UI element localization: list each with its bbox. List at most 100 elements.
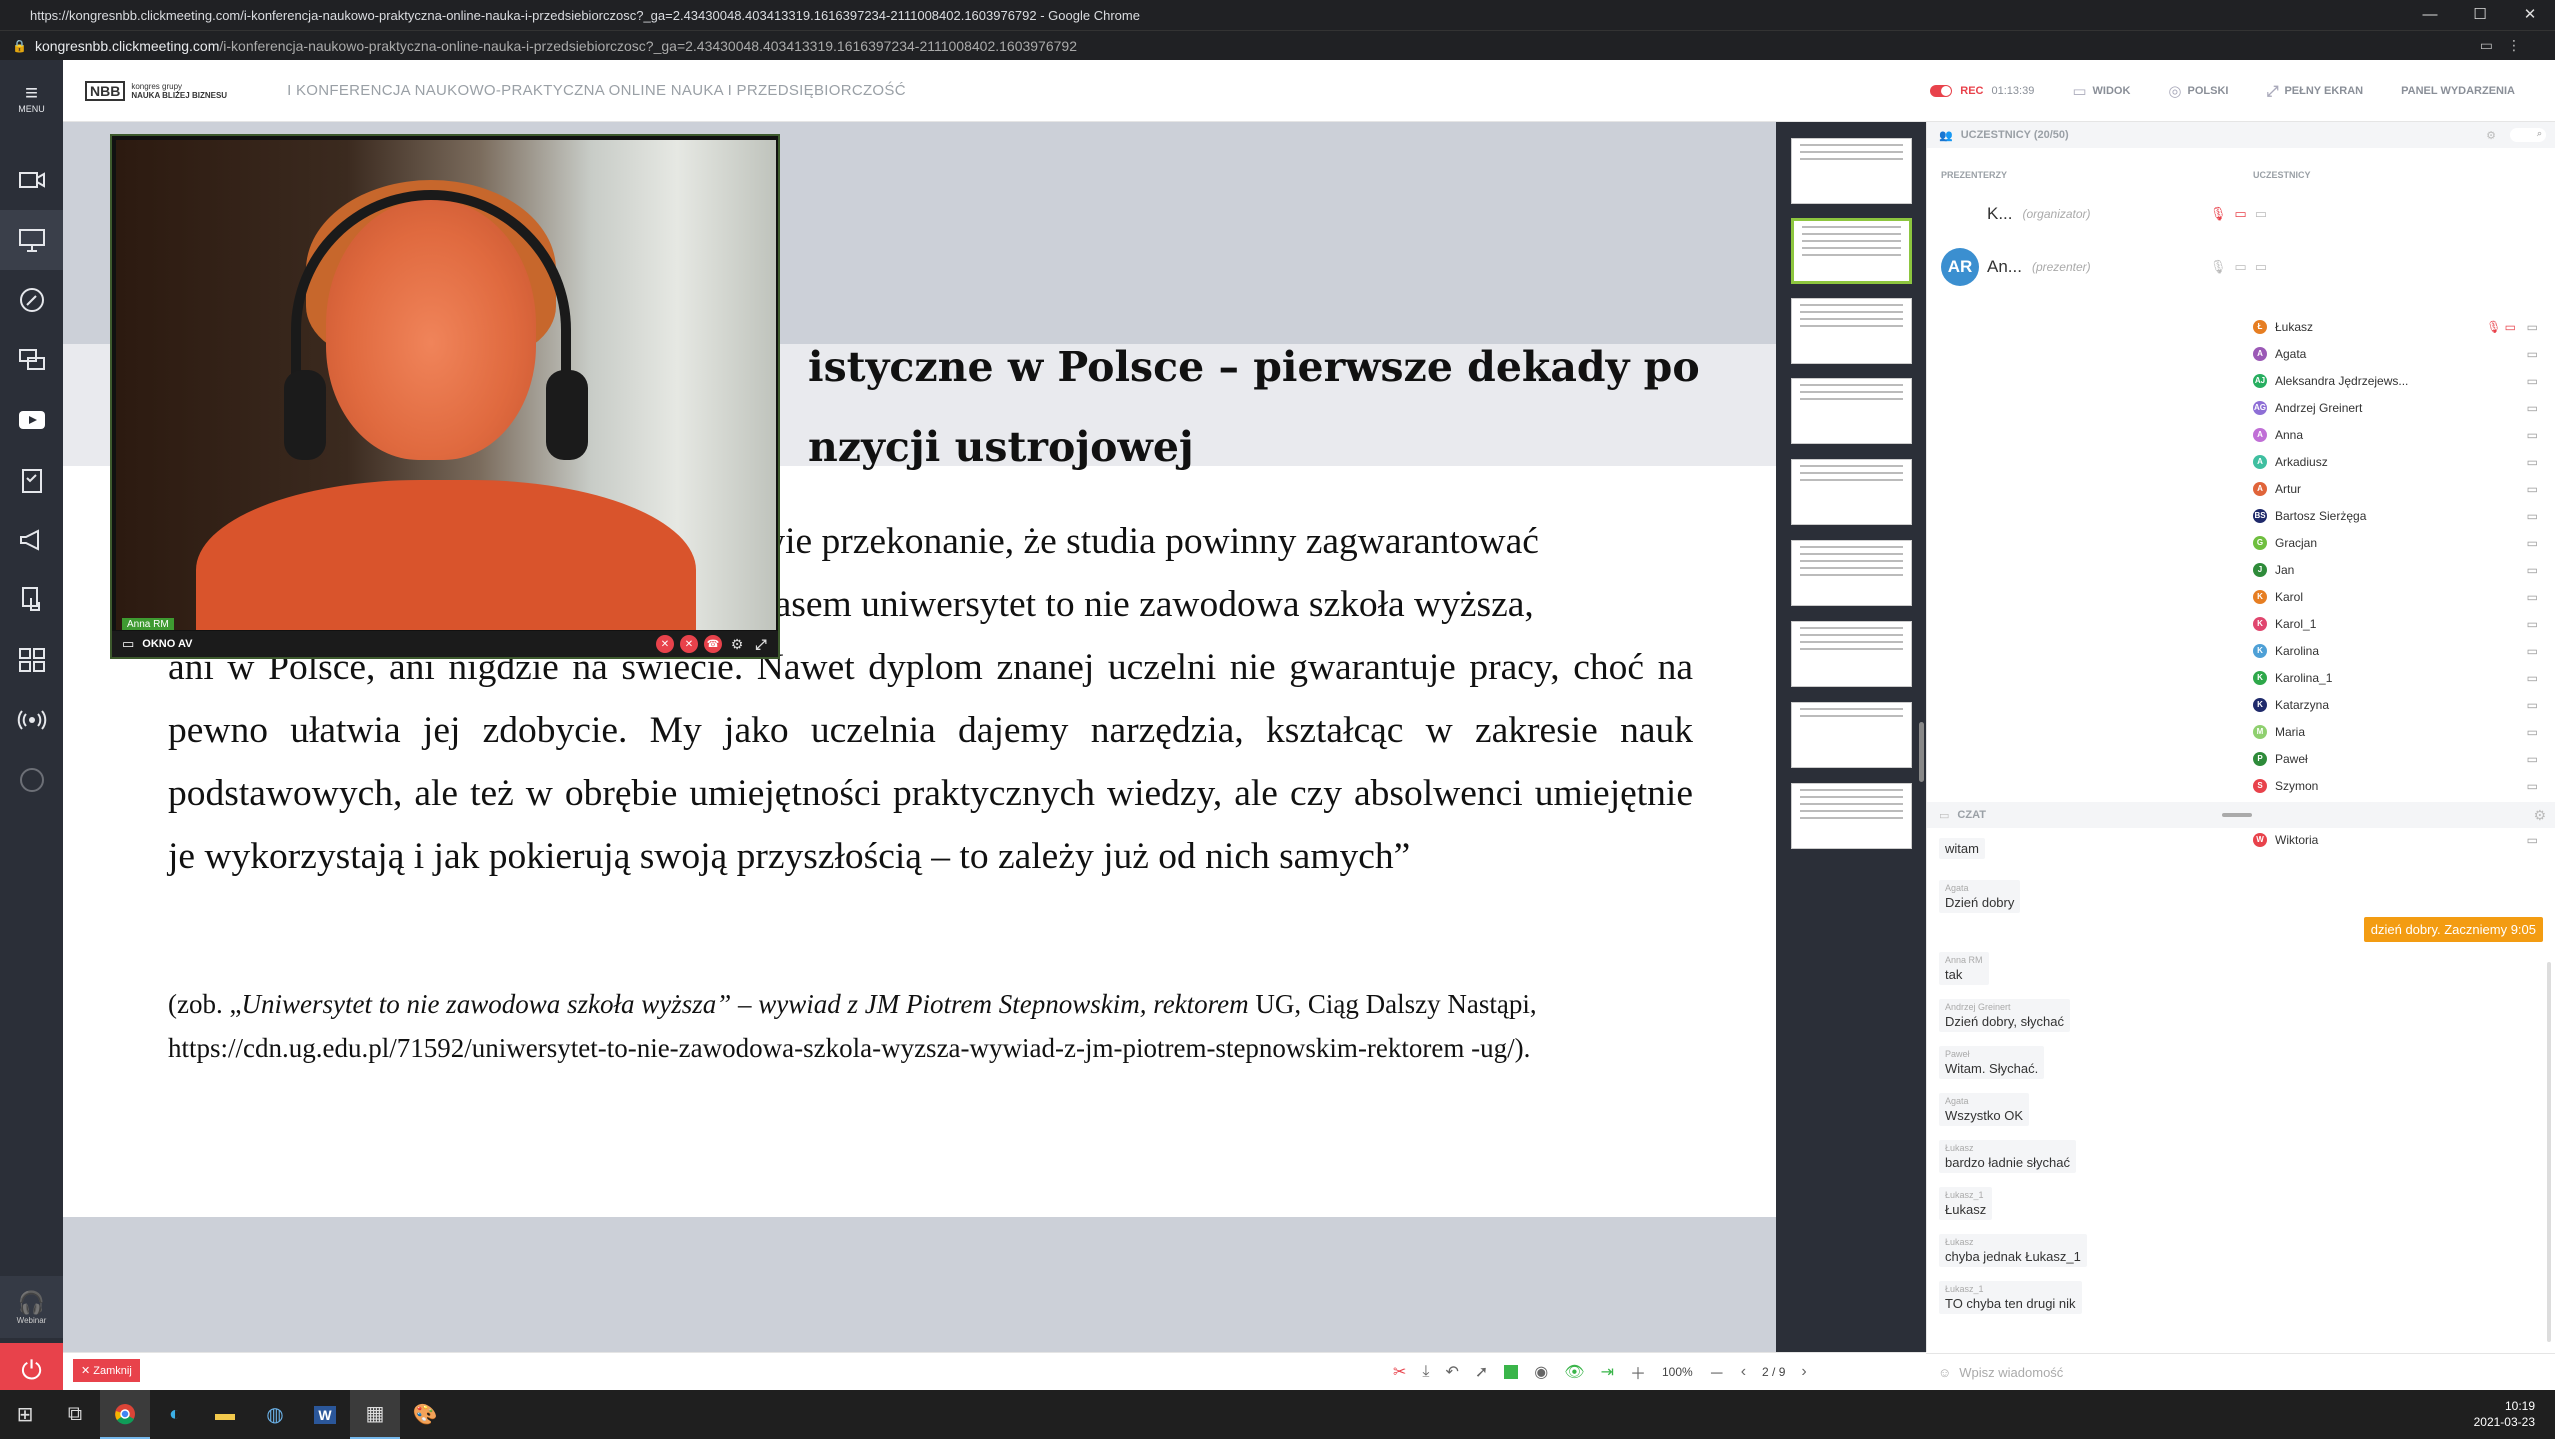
- megaphone-icon[interactable]: [0, 510, 63, 570]
- participant-row[interactable]: P Paweł ▭: [2253, 745, 2538, 772]
- chrome-icon[interactable]: [100, 1390, 150, 1439]
- participant-avatar: S: [2253, 778, 2267, 793]
- camera-off-icon[interactable]: ✕: [656, 635, 674, 653]
- event-panel-button[interactable]: PANEL WYDARZENIA: [2401, 85, 2515, 97]
- outlook-icon[interactable]: ◍: [250, 1390, 300, 1439]
- participant-row[interactable]: A Artur ▭: [2253, 475, 2538, 502]
- camera-icon[interactable]: [0, 150, 63, 210]
- participant-avatar: K: [2253, 670, 2267, 685]
- tests-clipboard-icon[interactable]: [0, 450, 63, 510]
- system-clock[interactable]: 10:19 2021-03-23: [2474, 1398, 2535, 1430]
- participant-row[interactable]: BS Bartosz Sierżęga ▭: [2253, 502, 2538, 529]
- youtube-icon[interactable]: [0, 390, 63, 450]
- participant-row[interactable]: M Maria ▭: [2253, 718, 2538, 745]
- slide-thumbnail[interactable]: [1791, 138, 1912, 204]
- chat-message: Anna RM tak: [1939, 952, 1989, 985]
- app-icon[interactable]: ▦: [350, 1390, 400, 1439]
- url-path: /i-konferencja-naukowo-praktyczna-online…: [219, 37, 1077, 54]
- slide-thumbnail[interactable]: [1791, 540, 1912, 606]
- windows-start-icon[interactable]: ⊞: [0, 1390, 50, 1439]
- participant-row[interactable]: K Karol_1 ▭: [2253, 610, 2538, 637]
- presenter-row[interactable]: K... (organizator) 🎙▭▭: [1941, 204, 2291, 224]
- file-explorer-icon[interactable]: ▬: [200, 1390, 250, 1439]
- undo-icon[interactable]: ↶: [1445, 1362, 1458, 1382]
- participant-row[interactable]: W Wiktoria ▭: [2253, 826, 2538, 853]
- view-button[interactable]: ▭ WIDOK: [2072, 82, 2130, 100]
- recording-toggle[interactable]: REC 01:13:39: [1930, 85, 2034, 97]
- slide-thumbnail[interactable]: [1791, 378, 1912, 444]
- slide-thumbnail[interactable]: [1791, 702, 1912, 768]
- zoom-in-icon[interactable]: ＋: [1630, 1360, 1646, 1384]
- close-presentation-button[interactable]: ✕ Zamknij: [73, 1359, 140, 1382]
- lock-icon[interactable]: 🔒: [12, 39, 27, 53]
- minimize-button[interactable]: —: [2405, 0, 2455, 30]
- resize-handle[interactable]: [2222, 813, 2252, 817]
- presenters-label: PREZENTERZY: [1941, 170, 2008, 180]
- chat-scrollbar[interactable]: [2547, 962, 2551, 1342]
- participant-row[interactable]: S Szymon ▭: [2253, 772, 2538, 799]
- participant-row[interactable]: A Arkadiusz ▭: [2253, 448, 2538, 475]
- invite-icon[interactable]: ⚙: [2486, 129, 2496, 142]
- edge-icon[interactable]: ◐: [150, 1390, 200, 1439]
- export-icon[interactable]: ⇥: [1601, 1362, 1614, 1382]
- task-view-icon[interactable]: ⧉: [50, 1390, 100, 1439]
- participant-row[interactable]: K Karolina_1 ▭: [2253, 664, 2538, 691]
- presenter-row[interactable]: AR An... (prezenter) 🎙▭▭: [1941, 248, 2291, 286]
- participant-row[interactable]: J Jan ▭: [2253, 556, 2538, 583]
- prev-page-icon[interactable]: ‹: [1741, 1363, 1746, 1381]
- participant-row[interactable]: AG Andrzej Greinert ▭: [2253, 394, 2538, 421]
- participant-row[interactable]: K Katarzyna ▭: [2253, 691, 2538, 718]
- whiteboard-pen-icon[interactable]: [0, 270, 63, 330]
- logo: NBB kongres grupy NAUKA BLIŻEJ BIZNESU: [85, 80, 227, 101]
- eye-icon[interactable]: 👁: [1564, 1362, 1584, 1382]
- chat-input[interactable]: ☺ Wpisz wiadomość: [1926, 1353, 2555, 1391]
- participant-row[interactable]: G Gracjan ▭: [2253, 529, 2538, 556]
- participant-row[interactable]: A Agata ▭: [2253, 340, 2538, 367]
- slide-thumbnail[interactable]: [1791, 298, 1912, 364]
- download-icon[interactable]: ⤓: [1422, 1363, 1429, 1381]
- slide-thumbnail[interactable]: [1791, 783, 1912, 849]
- slide-thumbnail[interactable]: [1791, 621, 1912, 687]
- participant-row[interactable]: K Karol ▭: [2253, 583, 2538, 610]
- browser-extension-icons[interactable]: ▭⋮: [2480, 37, 2535, 54]
- webinar-audio-button[interactable]: 🎧 Webinar: [0, 1276, 63, 1338]
- search-icon[interactable]: ⌕: [2510, 128, 2546, 142]
- layout-grid-icon[interactable]: [0, 630, 63, 690]
- language-button[interactable]: ◎ POLSKI: [2168, 82, 2228, 100]
- record-dot-icon[interactable]: ◉: [1534, 1362, 1548, 1382]
- word-icon[interactable]: W: [300, 1390, 350, 1439]
- thumbnails-scrollbar[interactable]: [1919, 722, 1924, 782]
- fullscreen-button[interactable]: ⤢ PEŁNY EKRAN: [2266, 83, 2363, 100]
- share-icon[interactable]: ✂: [1393, 1362, 1406, 1382]
- menu-button[interactable]: ≡ MENU: [0, 68, 63, 128]
- chat-settings-gear-icon[interactable]: ⚙: [2533, 807, 2546, 824]
- emoji-icon[interactable]: ☺: [1938, 1365, 1951, 1380]
- settings-gear-icon[interactable]: ⚙: [728, 635, 746, 653]
- pointer-icon[interactable]: ➚: [1475, 1362, 1488, 1382]
- hangup-icon[interactable]: ☎: [704, 635, 722, 653]
- presentation-icon[interactable]: [0, 210, 63, 270]
- screen-share-icon[interactable]: [0, 330, 63, 390]
- expand-icon[interactable]: ⤢: [752, 635, 770, 653]
- close-window-button[interactable]: ✕: [2505, 0, 2555, 30]
- participant-row[interactable]: K Karolina ▭: [2253, 637, 2538, 664]
- address-bar[interactable]: 🔒 kongresnbb.clickmeeting.com /i-konfere…: [0, 30, 2555, 60]
- mic-off-icon[interactable]: ✕: [680, 635, 698, 653]
- touch-icon[interactable]: [0, 570, 63, 630]
- monitor-icon: ▭: [2526, 670, 2538, 685]
- paint-icon[interactable]: 🎨: [400, 1390, 450, 1439]
- participant-row[interactable]: Ł Łukasz ▭ 🎙 ▭: [2253, 313, 2538, 340]
- participant-row[interactable]: A Anna ▭: [2253, 421, 2538, 448]
- broadcast-icon[interactable]: [0, 690, 63, 750]
- video-window[interactable]: Anna RM ▭ OKNO AV ✕ ✕ ☎ ⚙ ⤢: [110, 134, 780, 659]
- next-page-icon[interactable]: ›: [1801, 1363, 1806, 1381]
- maximize-button[interactable]: ☐: [2455, 0, 2505, 30]
- slide-thumbnail[interactable]: [1791, 459, 1912, 525]
- color-swatch[interactable]: [1504, 1365, 1519, 1379]
- participant-name: Wiktoria: [2275, 832, 2319, 847]
- stream-icon[interactable]: [0, 750, 63, 810]
- slide-thumbnail[interactable]: [1791, 218, 1912, 284]
- mic-off-icon[interactable]: 🎙 ▭: [2486, 320, 2516, 334]
- zoom-out-icon[interactable]: －: [1709, 1360, 1725, 1384]
- participant-row[interactable]: AJ Aleksandra Jędrzejews... ▭: [2253, 367, 2538, 394]
